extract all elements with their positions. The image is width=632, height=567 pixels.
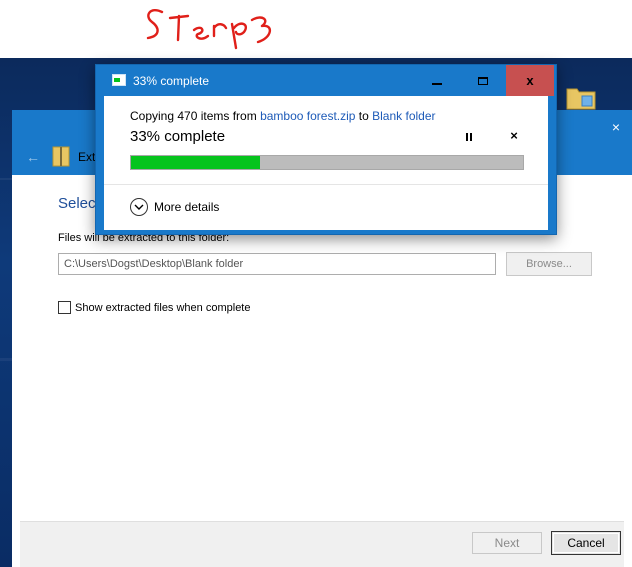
cancel-button[interactable]: Cancel [551, 531, 621, 555]
step-annotation-drawing [146, 8, 271, 50]
show-extracted-files-option[interactable]: Show extracted files when complete [58, 301, 250, 314]
pause-button[interactable] [462, 129, 476, 145]
progress-bar [130, 155, 524, 170]
progress-dialog-titlebar[interactable]: 33% complete x [96, 65, 556, 96]
show-extracted-files-checkbox[interactable] [58, 301, 71, 314]
progress-bar-fill [131, 156, 261, 169]
wizard-footer: Next Cancel [20, 521, 624, 567]
progress-dialog-footer: More details [104, 184, 548, 230]
annotation-area [0, 0, 632, 58]
copy-middle-text: to [355, 109, 373, 123]
pause-icon-bar [466, 133, 468, 141]
dialog-close-button[interactable]: x [506, 65, 554, 96]
desktop-folder-icon[interactable] [566, 84, 596, 110]
source-link[interactable]: bamboo forest.zip [260, 109, 355, 123]
progress-dialog-body: Copying 470 items from bamboo forest.zip… [104, 96, 548, 184]
show-extracted-files-label: Show extracted files when complete [75, 301, 251, 314]
stop-copy-button[interactable]: × [507, 128, 521, 144]
select-destination-heading: Selec [58, 195, 96, 212]
copy-progress-icon [112, 74, 126, 86]
progress-dialog-title: 33% complete [133, 74, 210, 88]
destination-path-input[interactable] [58, 253, 496, 275]
progress-percent-text: 33% complete [130, 128, 226, 145]
pause-icon-bar [470, 133, 472, 141]
wizard-nav-title: Ext [78, 150, 96, 164]
minimize-button[interactable] [414, 65, 460, 96]
copy-prefix-text: Copying 470 items from [130, 109, 261, 123]
browse-button[interactable]: Browse... [506, 252, 592, 276]
zip-folder-icon [52, 146, 70, 167]
more-details-toggle[interactable]: More details [130, 198, 219, 216]
destination-link[interactable]: Blank folder [372, 109, 435, 123]
minimize-icon [432, 83, 442, 85]
chevron-down-icon[interactable] [130, 198, 148, 216]
maximize-button[interactable] [460, 65, 506, 96]
next-button[interactable]: Next [472, 532, 542, 554]
copy-status-line: Copying 470 items from bamboo forest.zip… [130, 109, 436, 123]
more-details-label: More details [154, 200, 220, 214]
copy-progress-dialog: 33% complete x Copying 470 items from ba… [95, 64, 557, 235]
back-arrow-icon[interactable]: ← [26, 149, 44, 165]
maximize-icon [478, 76, 488, 85]
wizard-close-button[interactable]: × [606, 117, 626, 137]
